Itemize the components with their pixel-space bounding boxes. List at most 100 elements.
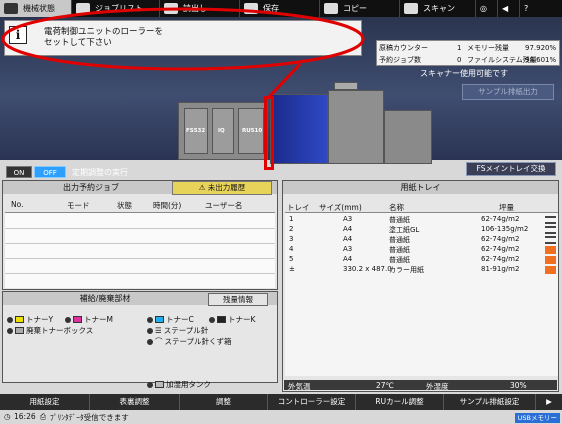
supply-staple-waste: ⌒ ステープル針くず箱 [147, 336, 232, 347]
paper-tray-panel: 用紙トレイ トレイ サイズ(mm) 名称 坪量 1 A3 普通紙 62-74g/m2 2… [282, 180, 559, 392]
tab-scan[interactable]: スキャン [400, 0, 476, 17]
tab-machine-status[interactable]: 機械状態 [0, 0, 72, 17]
scanner-status: スキャナー使用可能です [420, 69, 508, 78]
temp-value: 27℃ [376, 381, 394, 390]
status-dot-icon [7, 327, 13, 334]
tray-row[interactable]: 1 A3 普通紙 62-74g/m2 [285, 215, 558, 225]
tray-size: A4 [343, 235, 353, 243]
adjust-off-button[interactable]: OFF [34, 166, 66, 178]
col-state: 状態 [117, 201, 132, 210]
controller-setting-button[interactable]: コントローラー設定 [268, 394, 356, 410]
memory-label: メモリー残量 [467, 44, 509, 52]
stock-info-button[interactable]: 残量情報 [208, 293, 268, 306]
staple-icon: ☰ [155, 326, 162, 335]
tray-size: A3 [343, 215, 353, 223]
scan-icon [404, 3, 418, 14]
original-counter-label: 原稿カウンター [379, 44, 428, 52]
next-arrow-button[interactable]: ▶ [536, 394, 562, 410]
sample-output-setting-button[interactable]: サンプル排紙設定 [444, 394, 536, 410]
receiving-status: ﾌﾟﾘﾝﾀﾃﾞｰﾀ受信できます [50, 413, 129, 422]
volume-button[interactable]: ◀ [498, 0, 520, 17]
tray-number: 1 [289, 215, 294, 223]
tray-weight: 62-74g/m2 [481, 235, 520, 243]
tab-recall[interactable]: 読出し [160, 0, 240, 17]
humidity-label: 外湿度 [426, 382, 449, 391]
fs532-label: FS532 [186, 128, 206, 134]
environment-bar: 外気温 27℃ 外湿度 30% [284, 380, 557, 391]
speaker-icon: ◀ [502, 4, 509, 13]
supply-toner-c: トナーC [147, 314, 194, 325]
col-mode: モード [67, 201, 90, 210]
paper-feed-unit-2 [384, 110, 432, 164]
sample-output-button[interactable]: サンプル排紙出力 [462, 84, 554, 100]
status-dot-icon [209, 316, 215, 323]
filesystem-value: 98.601% [525, 56, 557, 64]
tray-weight: 81-91g/m2 [481, 265, 520, 273]
alert-highlight-box [264, 96, 274, 170]
toner-k-icon [217, 316, 226, 323]
tray-row[interactable]: 2 A4 塗工紙GL 106-135g/m2 [285, 225, 558, 235]
ru510-label: RU510 [242, 128, 263, 134]
tank-icon [155, 381, 164, 388]
status-dot-icon [147, 381, 153, 388]
tray-weight: 62-74g/m2 [481, 245, 520, 253]
duplex-adjust-button[interactable]: 表裏調整 [90, 394, 180, 410]
adjust-button[interactable]: 調整 [180, 394, 268, 410]
main-unit [270, 94, 328, 164]
tray-paper-name: 普通紙 [389, 256, 410, 264]
globe-button[interactable]: ◎ [476, 0, 498, 17]
ru-curl-adjust-button[interactable]: RUカール調整 [356, 394, 444, 410]
adjust-on-button[interactable]: ON [6, 166, 32, 178]
tray-paper-name: 普通紙 [389, 236, 410, 244]
staple-waste-icon: ⌒ [155, 337, 163, 346]
paper-low-icon [545, 246, 556, 254]
supply-waste-toner: 廃棄トナーボックス [7, 325, 93, 336]
warning-icon: ⚠ [198, 183, 208, 192]
paper-feed-unit-1 [328, 90, 384, 164]
col-no: No. [11, 200, 24, 209]
humidity-value: 30% [510, 381, 527, 390]
original-counter-value: 1 [457, 44, 462, 52]
status-time: 16:26 [14, 412, 36, 421]
tray-number: 4 [289, 245, 294, 253]
bottom-button-bar: 用紙設定 表裏調整 調整 コントローラー設定 RUカール調整 サンプル排紙設定 … [0, 394, 562, 410]
unsent-history-button[interactable]: ⚠ 未出力履歴 [172, 181, 272, 195]
top-tab-bar: 機械状態 ジョブリスト 読出し 保存 コピー スキャン ◎ ◀ ? [0, 0, 562, 17]
tray-row[interactable]: 3 A4 普通紙 62-74g/m2 [285, 235, 558, 245]
tray-row[interactable]: ±330.2 x 487.0 カラー用紙 81-91g/m2 [285, 265, 558, 275]
help-button[interactable]: ? [520, 0, 542, 17]
tray-paper-name: 普通紙 [389, 246, 410, 254]
info-icon: i [9, 26, 27, 44]
tray-row[interactable]: 4 A3 普通紙 62-74g/m2 [285, 245, 558, 255]
status-dot-icon [147, 316, 153, 323]
paper-low-icon [545, 256, 556, 264]
tray-size: A4 [343, 225, 353, 233]
supply-humidifier-tank: 加湿用タンク [147, 379, 211, 390]
toner-m-icon [73, 316, 82, 323]
reserved-jobs-value: 0 [457, 56, 462, 64]
tray-row[interactable]: 5 A4 普通紙 62-74g/m2 [285, 255, 558, 265]
tray-paper-name: 塗工紙GL [389, 226, 420, 234]
toner-c-icon [155, 316, 164, 323]
tray-number: 5 [289, 255, 294, 263]
col-user: ユーザー名 [205, 201, 243, 210]
paper-setting-button[interactable]: 用紙設定 [0, 394, 90, 410]
job-list[interactable] [5, 212, 275, 288]
toner-y-icon [15, 316, 24, 323]
paper-tray-title: 用紙トレイ [283, 181, 558, 194]
fs-main-tray-button[interactable]: FSメイントレイ交換 [466, 162, 556, 176]
usb-memory-badge: USBメモリー [514, 413, 560, 423]
paper-full-icon [545, 236, 556, 244]
job-list-icon [76, 3, 90, 14]
tray-size: A4 [343, 255, 353, 263]
iq-label: IQ [218, 128, 225, 134]
tab-copy[interactable]: コピー [320, 0, 400, 17]
tab-save[interactable]: 保存 [240, 0, 320, 17]
tray-weight: 62-74g/m2 [481, 215, 520, 223]
tray-size: A3 [343, 245, 353, 253]
clock-icon: ◷ [4, 412, 11, 421]
arrow-right-icon: ▶ [546, 397, 552, 406]
save-icon [244, 3, 258, 14]
supply-toner-k: トナーK [209, 314, 255, 325]
tab-job-list[interactable]: ジョブリスト [72, 0, 160, 17]
